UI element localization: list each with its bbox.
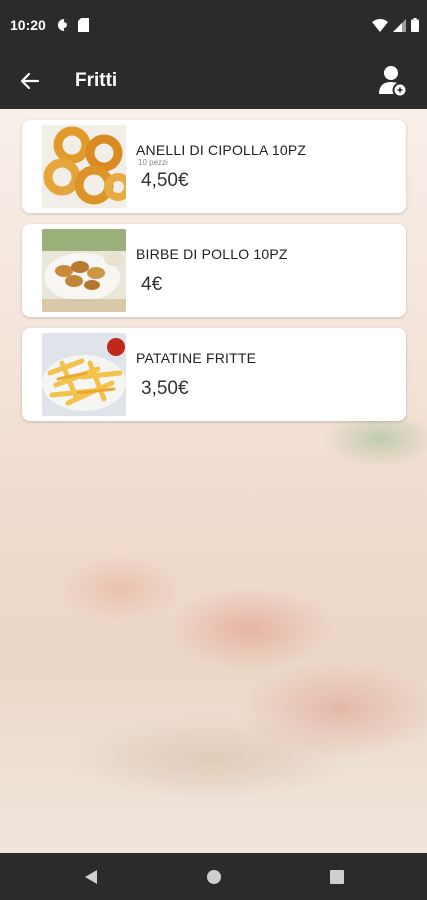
- onion-rings-image: [42, 125, 126, 208]
- circle-home-icon: [207, 870, 221, 884]
- system-nav-bar: [0, 853, 427, 900]
- wifi-icon: [372, 18, 388, 32]
- item-price: 4,50€: [141, 170, 189, 191]
- account-button[interactable]: [377, 64, 409, 98]
- menu-item-card[interactable]: BIRBE DI POLLO 10PZ 4€: [22, 224, 406, 317]
- menu-item-card[interactable]: PATATINE FRITTE 3,50€: [22, 328, 406, 421]
- page-title: Fritti: [75, 70, 118, 91]
- nav-home-button[interactable]: [202, 865, 226, 889]
- nav-back-button[interactable]: [79, 865, 103, 889]
- battery-icon: [411, 18, 419, 32]
- chicken-nuggets-image: [42, 229, 126, 312]
- account-settings-icon: [379, 66, 408, 98]
- square-recents-icon: [330, 870, 344, 884]
- nav-recents-button[interactable]: [325, 865, 349, 889]
- back-button[interactable]: [14, 66, 46, 96]
- item-price: 4€: [141, 274, 163, 295]
- sd-card-icon: [78, 18, 89, 32]
- item-name: ANELLI DI CIPOLLA 10PZ: [136, 142, 307, 158]
- french-fries-image: [42, 333, 126, 416]
- signal-icon: [393, 18, 406, 32]
- status-time: 10:20: [10, 17, 46, 33]
- triangle-back-icon: [85, 870, 97, 884]
- item-subtitle: 10 pezzi: [138, 158, 168, 167]
- menu-content: ANELLI DI CIPOLLA 10PZ 10 pezzi 4,50€ BI…: [0, 109, 427, 853]
- item-name: PATATINE FRITTE: [136, 350, 257, 366]
- item-price: 3,50€: [141, 378, 189, 399]
- status-notification-icons: [57, 18, 89, 32]
- status-bar: 10:20: [0, 0, 427, 52]
- background-image: [0, 109, 427, 853]
- item-name: BIRBE DI POLLO 10PZ: [136, 246, 288, 262]
- status-system-icons: [372, 18, 419, 32]
- menu-item-card[interactable]: ANELLI DI CIPOLLA 10PZ 10 pezzi 4,50€: [22, 120, 406, 213]
- data-saver-icon: [58, 19, 70, 31]
- app-bar: Fritti: [0, 52, 427, 109]
- arrow-back-icon: [21, 73, 39, 89]
